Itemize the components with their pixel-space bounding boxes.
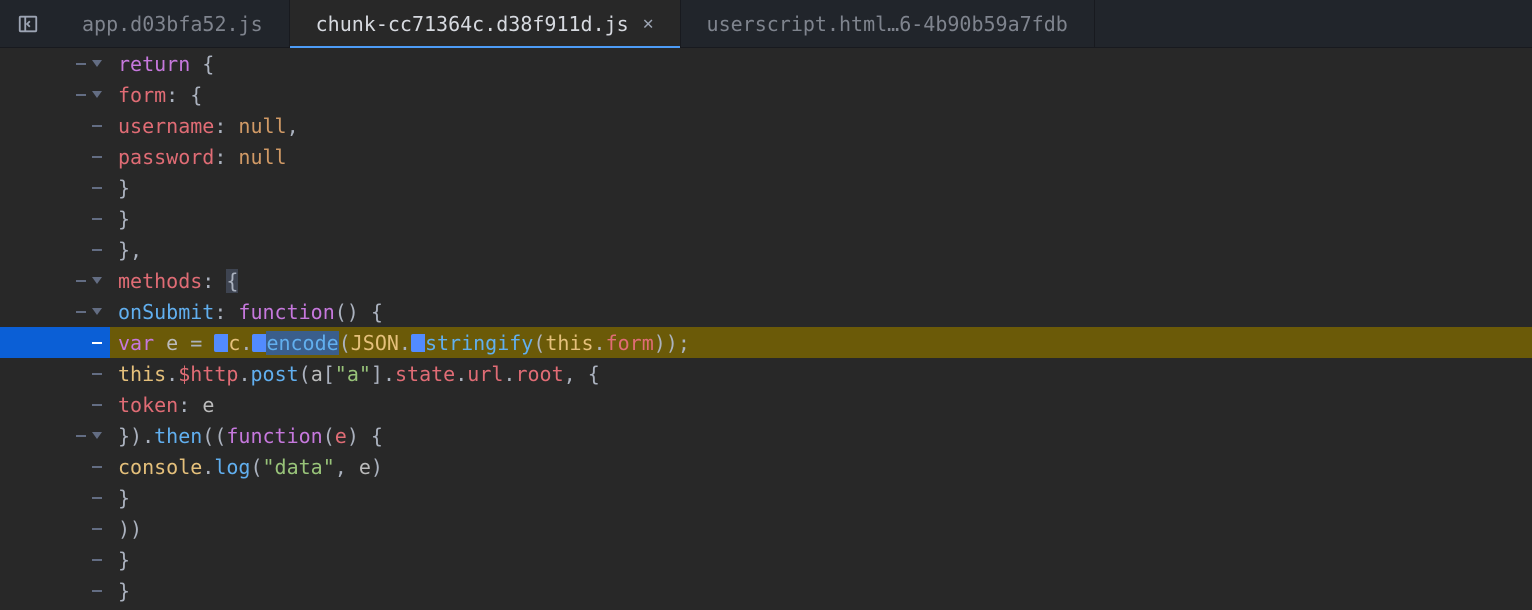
- code-line: }: [110, 544, 1532, 575]
- code-line: this.$http.post(a["a"].state.url.root, {: [110, 358, 1532, 389]
- code-area[interactable]: return { form: { username: null, passwor…: [110, 48, 1532, 610]
- code-line: },: [110, 234, 1532, 265]
- code-line: form: {: [110, 79, 1532, 110]
- code-line: console.log("data", e): [110, 451, 1532, 482]
- fold-marker[interactable]: [0, 513, 110, 544]
- fold-marker[interactable]: [0, 172, 110, 203]
- fold-marker[interactable]: [0, 296, 110, 327]
- code-line: methods: {: [110, 265, 1532, 296]
- fold-marker[interactable]: [0, 234, 110, 265]
- code-line: return {: [110, 48, 1532, 79]
- code-editor[interactable]: return { form: { username: null, passwor…: [0, 48, 1532, 610]
- fold-marker[interactable]: [0, 482, 110, 513]
- tab-app-js[interactable]: app.d03bfa52.js: [56, 0, 290, 47]
- fold-marker[interactable]: [0, 203, 110, 234]
- fold-marker[interactable]: [0, 110, 110, 141]
- tab-userscript[interactable]: userscript.html…6-4b90b59a7fdb: [681, 0, 1095, 47]
- object-badge-icon[interactable]: [252, 334, 266, 352]
- code-line: }: [110, 482, 1532, 513]
- gutter: [0, 48, 110, 610]
- fold-marker[interactable]: [0, 451, 110, 482]
- fold-marker[interactable]: [0, 265, 110, 296]
- object-badge-icon[interactable]: [411, 334, 425, 352]
- fold-marker[interactable]: [0, 575, 110, 606]
- panel-toggle-icon[interactable]: [0, 0, 56, 47]
- code-line: }).then((function(e) {: [110, 420, 1532, 451]
- fold-marker[interactable]: [0, 544, 110, 575]
- code-line: }: [110, 575, 1532, 606]
- fold-marker[interactable]: [0, 420, 110, 451]
- fold-marker[interactable]: [0, 358, 110, 389]
- fold-marker[interactable]: [0, 48, 110, 79]
- tab-label: chunk-cc71364c.d38f911d.js: [316, 12, 629, 36]
- fold-marker[interactable]: [0, 389, 110, 420]
- object-badge-icon[interactable]: [214, 334, 228, 352]
- fold-marker[interactable]: [0, 141, 110, 172]
- breakpoint-current[interactable]: [0, 327, 110, 358]
- tab-label: app.d03bfa52.js: [82, 12, 263, 36]
- fold-marker[interactable]: [0, 79, 110, 110]
- close-icon[interactable]: ✕: [643, 13, 654, 34]
- code-line: onSubmit: function() {: [110, 296, 1532, 327]
- code-line: }: [110, 172, 1532, 203]
- code-line: token: e: [110, 389, 1532, 420]
- code-line: username: null,: [110, 110, 1532, 141]
- tab-label: userscript.html…6-4b90b59a7fdb: [707, 12, 1068, 36]
- code-line: }: [110, 203, 1532, 234]
- code-line: password: null: [110, 141, 1532, 172]
- code-line-paused: var e = c.encode(JSON.stringify(this.for…: [110, 327, 1532, 358]
- tab-chunk-js[interactable]: chunk-cc71364c.d38f911d.js ✕: [290, 0, 681, 47]
- code-line: )): [110, 513, 1532, 544]
